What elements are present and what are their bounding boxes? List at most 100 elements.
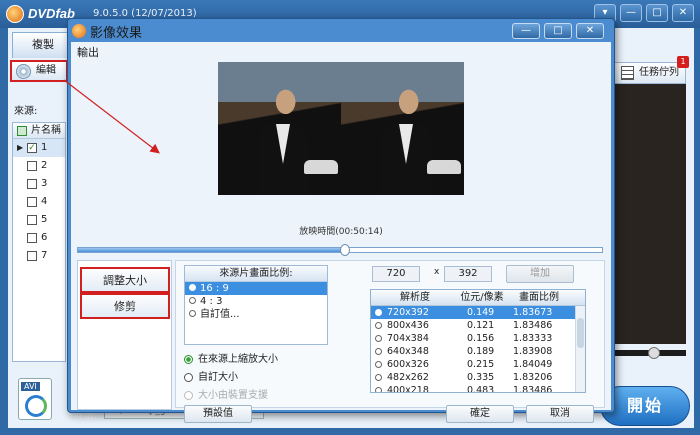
- preview-frame-output: [341, 62, 464, 195]
- row-number: 7: [41, 250, 48, 261]
- list-item[interactable]: 5: [13, 211, 65, 229]
- title-list: 片名稱 ▶ ✓ 1 2 3 4 5 6 7: [12, 122, 66, 362]
- device-supported-size-radio[interactable]: 大小由裝置支援: [184, 389, 268, 403]
- column-bits-per-pixel[interactable]: 位元/像素: [459, 290, 505, 305]
- aspect-option-label: 自訂值...: [200, 309, 240, 320]
- timeline-knob[interactable]: [340, 244, 351, 256]
- title-list-header: 片名稱: [13, 123, 65, 139]
- preview-car: [304, 160, 338, 174]
- list-item[interactable]: 3: [13, 175, 65, 193]
- table-scrollbar[interactable]: [575, 306, 585, 392]
- row-number: 2: [41, 160, 48, 171]
- timeline-slider[interactable]: [77, 244, 603, 256]
- list-item[interactable]: ▶ ✓ 1: [13, 139, 65, 157]
- cell-bpp: 0.215: [467, 359, 495, 370]
- times-sign: x: [434, 267, 440, 277]
- maximize-button[interactable]: □: [646, 4, 668, 22]
- title-list-header-label: 片名稱: [31, 125, 61, 136]
- default-button[interactable]: 預設值: [184, 405, 252, 423]
- task-queue-label: 任務佇列: [639, 67, 679, 78]
- list-item[interactable]: 2: [13, 157, 65, 175]
- cancel-button[interactable]: 取消: [526, 405, 594, 423]
- row-checkbox[interactable]: [27, 215, 37, 225]
- table-row[interactable]: 720x392 0.149 1.83673: [371, 306, 585, 319]
- source-aspect-list: 來源片畫面比例: 16 : 9 4 : 3 自訂值...: [184, 265, 328, 345]
- column-resolution[interactable]: 解析度: [371, 290, 459, 305]
- table-row[interactable]: 800x436 0.121 1.83486: [371, 319, 585, 332]
- avi-format-icon[interactable]: AVI: [18, 378, 52, 420]
- cell-bpp: 0.149: [467, 307, 495, 318]
- preview-frame-source: [218, 62, 341, 195]
- list-item[interactable]: 6: [13, 229, 65, 247]
- ok-button[interactable]: 確定: [446, 405, 514, 423]
- volume-slider[interactable]: [612, 347, 686, 359]
- tab-resize[interactable]: 調整大小: [80, 267, 170, 293]
- tab-crop[interactable]: 修剪: [80, 293, 170, 319]
- radio-icon: [184, 373, 193, 382]
- cell-resolution: 800x436: [387, 320, 429, 331]
- avi-tag: AVI: [21, 382, 40, 391]
- select-all-checkbox[interactable]: [17, 126, 27, 136]
- aspect-option-custom[interactable]: 自訂值...: [185, 308, 327, 321]
- output-label: 輸出: [77, 46, 99, 59]
- cell-resolution: 600x326: [387, 359, 429, 370]
- tab-copy[interactable]: 複製: [12, 32, 74, 58]
- custom-size-radio[interactable]: 自訂大小: [184, 371, 238, 385]
- video-preview: [218, 62, 464, 195]
- table-row[interactable]: 482x262 0.335 1.83206: [371, 371, 585, 384]
- cell-ratio: 1.83908: [513, 346, 553, 357]
- dialog-minimize-button[interactable]: —: [512, 23, 540, 39]
- radio-label: 在來源上縮放大小: [198, 354, 278, 365]
- row-checkbox[interactable]: [27, 197, 37, 207]
- list-item[interactable]: 4: [13, 193, 65, 211]
- task-queue-button[interactable]: 任務佇列: [612, 62, 686, 84]
- row-checkbox[interactable]: [27, 251, 37, 261]
- cell-resolution: 720x392: [387, 307, 429, 318]
- dialog-body: 輸出 放映時間(00:50:14) 調整大小 修剪 來源片畫面比例: 16: …: [71, 42, 611, 423]
- cell-resolution: 482x262: [387, 372, 429, 383]
- table-row[interactable]: 640x348 0.189 1.83908: [371, 345, 585, 358]
- cell-ratio: 1.83206: [513, 372, 553, 383]
- aspect-option-label: 16 : 9: [200, 283, 229, 294]
- row-number: 4: [41, 196, 48, 207]
- list-icon: [621, 66, 634, 80]
- column-aspect-ratio[interactable]: 畫面比例: [505, 290, 573, 305]
- aspect-option-16-9[interactable]: 16 : 9: [185, 282, 327, 295]
- table-row[interactable]: 704x384 0.156 1.83333: [371, 332, 585, 345]
- height-input[interactable]: 392: [444, 266, 492, 282]
- cell-ratio: 1.83673: [513, 307, 553, 318]
- row-checkbox[interactable]: [27, 179, 37, 189]
- add-button[interactable]: 增加: [506, 265, 574, 283]
- table-row[interactable]: 600x326 0.215 1.84049: [371, 358, 585, 371]
- video-preview-background: [608, 84, 686, 344]
- scale-on-source-radio[interactable]: 在來源上縮放大小: [184, 353, 278, 367]
- close-button[interactable]: ✕: [672, 4, 694, 22]
- resolution-table-header: 解析度 位元/像素 畫面比例: [371, 290, 585, 306]
- radio-icon: [189, 310, 196, 317]
- edit-button[interactable]: 編輯: [10, 60, 68, 82]
- cell-bpp: 0.121: [467, 320, 495, 331]
- cell-ratio: 1.83333: [513, 333, 553, 344]
- video-effects-dialog: 影像效果 — □ ✕ 輸出 放映時間(00:50:14) 調整大小 修剪 來源片…: [67, 18, 615, 423]
- cell-resolution: 400x218: [387, 385, 429, 393]
- row-checkbox[interactable]: [27, 161, 37, 171]
- aspect-option-label: 4 : 3: [200, 296, 223, 307]
- row-number: 3: [41, 178, 48, 189]
- side-tabs: 調整大小 修剪: [77, 260, 172, 410]
- minimize-button[interactable]: —: [620, 4, 642, 22]
- table-row[interactable]: 400x218 0.483 1.83486: [371, 384, 585, 393]
- list-item[interactable]: 7: [13, 247, 65, 265]
- row-checkbox[interactable]: ✓: [27, 143, 37, 153]
- slider-knob[interactable]: [648, 347, 660, 359]
- cell-resolution: 704x384: [387, 333, 429, 344]
- row-checkbox[interactable]: [27, 233, 37, 243]
- radio-icon: [189, 284, 196, 291]
- dialog-close-button[interactable]: ✕: [576, 23, 604, 39]
- scrollbar-thumb[interactable]: [577, 318, 584, 348]
- dialog-maximize-button[interactable]: □: [544, 23, 572, 39]
- cell-bpp: 0.189: [467, 346, 495, 357]
- edit-button-label: 編輯: [36, 65, 56, 76]
- cell-ratio: 1.83486: [513, 320, 553, 331]
- width-input[interactable]: 720: [372, 266, 420, 282]
- aspect-option-4-3[interactable]: 4 : 3: [185, 295, 327, 308]
